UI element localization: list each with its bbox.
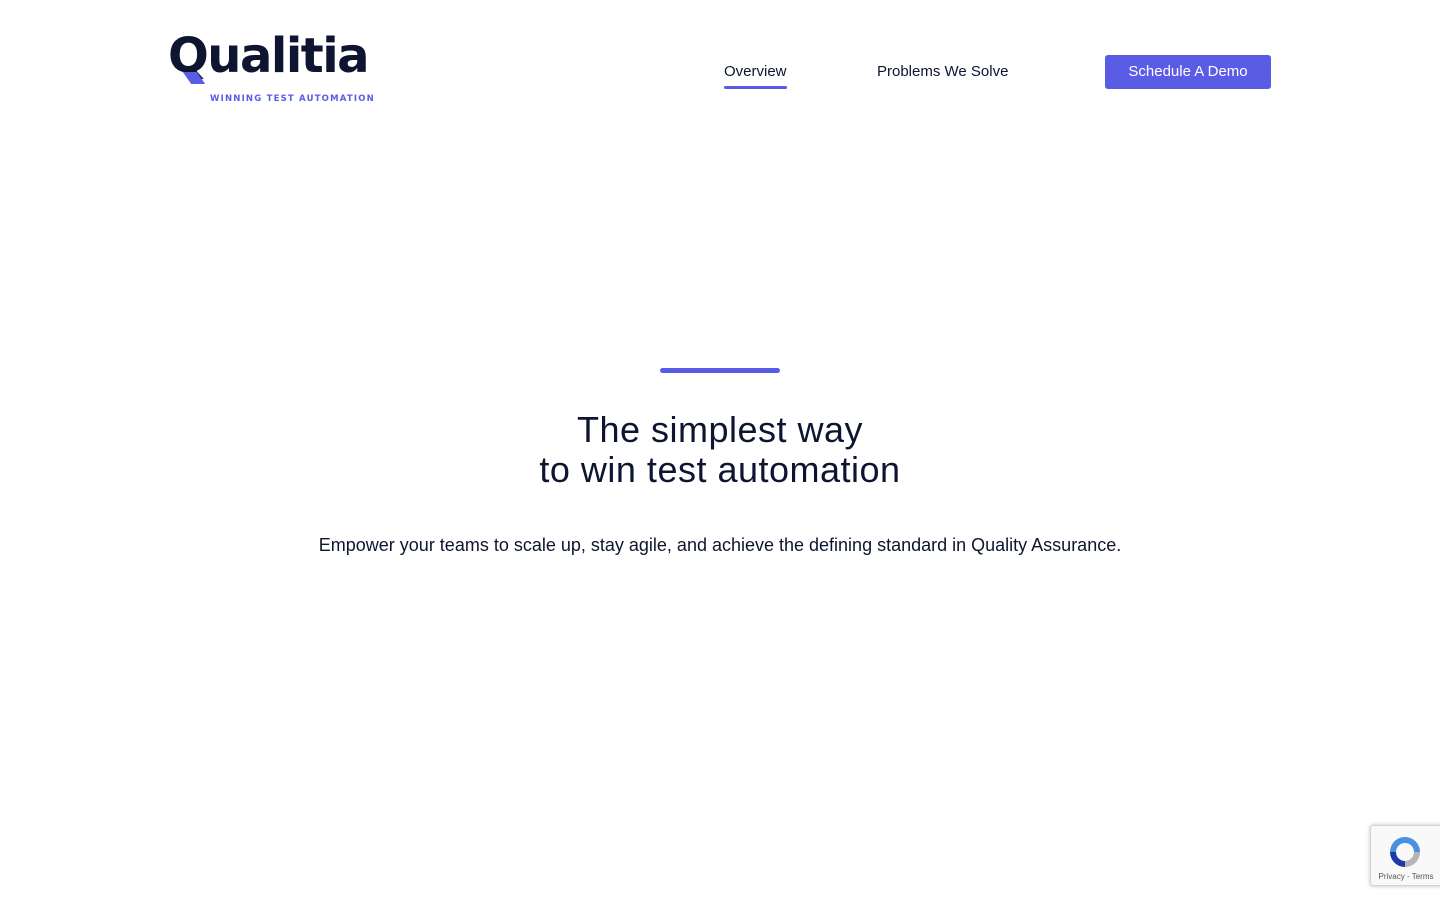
recaptcha-badge[interactable]: Privacy - Terms [1370,825,1440,886]
nav-item-overview-label: Overview [724,63,787,80]
hero-title: The simplest way to win test automation [320,410,1120,490]
nav-item-problems-we-solve[interactable]: Problems We Solve [877,55,1008,89]
hero-subtitle: Empower your teams to scale up, stay agi… [318,535,1122,555]
site-header: Qualitia WINNING TEST AUTOMATION Overvie… [0,0,1440,140]
hero-accent-bar [660,368,780,373]
recaptcha-privacy-link[interactable]: Privacy [1379,872,1405,881]
main-nav: Overview Problems We Solve Schedule A De… [0,55,1440,89]
page: Qualitia WINNING TEST AUTOMATION Overvie… [0,0,1440,900]
recaptcha-terms-link[interactable]: Terms [1412,872,1434,881]
nav-item-overview[interactable]: Overview [724,55,787,89]
recaptcha-links: Privacy - Terms [1371,872,1440,881]
recaptcha-logo-icon [1390,837,1420,867]
hero-title-line-2: to win test automation [539,449,901,490]
brand-tagline: WINNING TEST AUTOMATION [210,94,375,104]
recaptcha-separator: - [1404,872,1412,881]
hero-title-line-1: The simplest way [576,409,864,450]
schedule-demo-button[interactable]: Schedule A Demo [1105,55,1271,89]
active-nav-indicator [724,86,787,89]
nav-item-problems-label: Problems We Solve [877,63,1009,80]
